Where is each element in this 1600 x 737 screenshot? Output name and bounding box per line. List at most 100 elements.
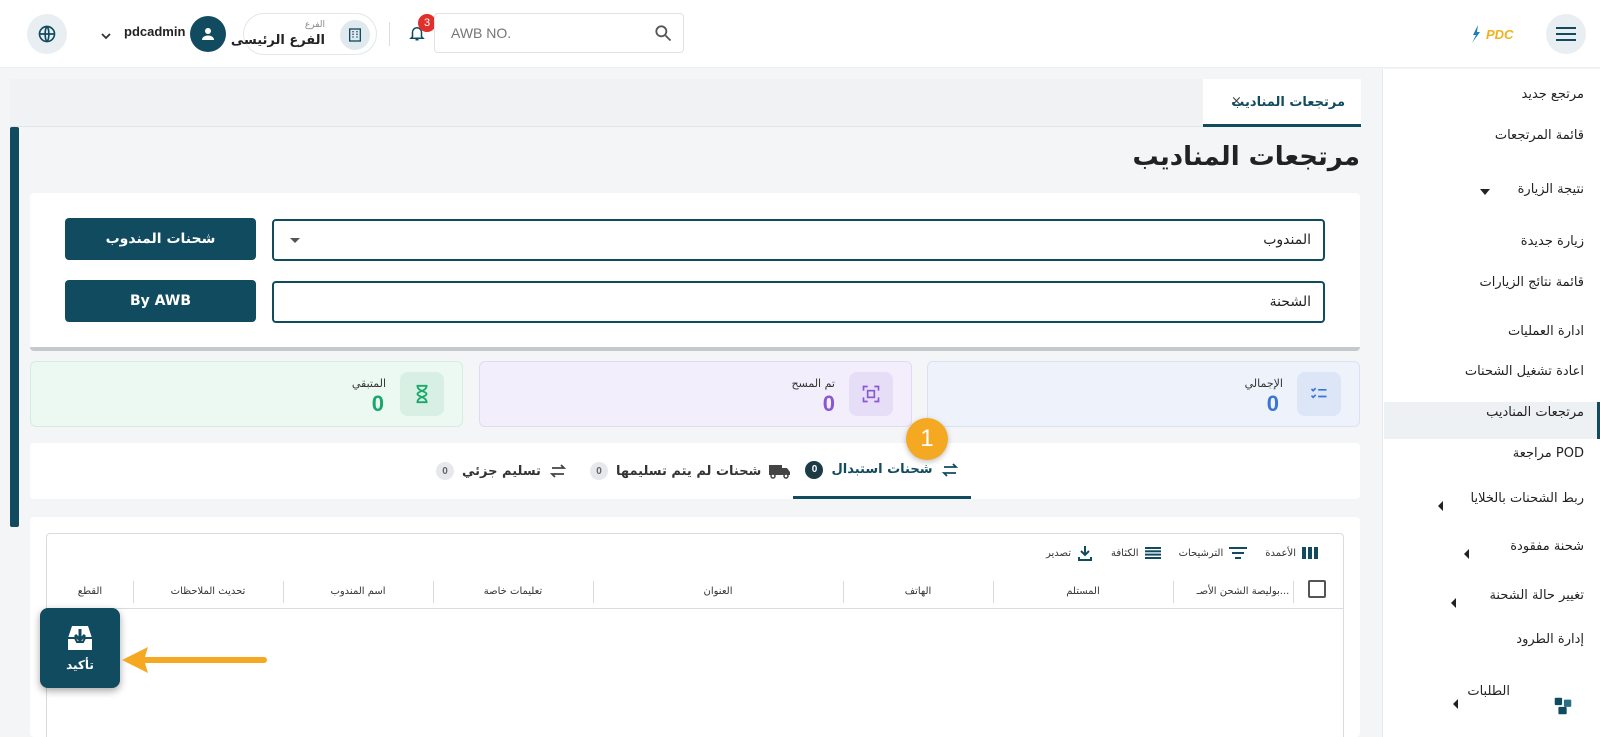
- notifications-button[interactable]: 3: [400, 14, 436, 50]
- sidebar-item-new-visit[interactable]: زيارة جديدة: [1521, 234, 1584, 249]
- caret-left-icon: [1464, 549, 1469, 559]
- column-header[interactable]: اسم المندوب: [283, 573, 433, 609]
- shipment-field-label: الشحنة: [1269, 294, 1311, 310]
- count-badge: 0: [436, 462, 454, 480]
- sidebar-item-requests[interactable]: الطلبات: [1467, 684, 1510, 699]
- sidebar-item-rerun-shipments[interactable]: اعادة تشغيل الشحنات: [1465, 364, 1584, 379]
- arrow-pointer-icon: [122, 647, 267, 673]
- hourglass-icon: [400, 372, 444, 416]
- column-separator[interactable]: [593, 581, 594, 603]
- column-header[interactable]: القطع: [47, 573, 133, 609]
- divider: [389, 22, 390, 46]
- logo-text: PDC: [1486, 26, 1514, 42]
- building-icon: [340, 20, 370, 50]
- columns-icon: [1301, 547, 1318, 559]
- awb-search[interactable]: [434, 13, 684, 53]
- courier-select[interactable]: المندوب: [272, 219, 1325, 261]
- column-header[interactable]: المستلم: [993, 573, 1173, 609]
- scrollbar[interactable]: [10, 127, 19, 527]
- column-separator[interactable]: [1293, 581, 1294, 603]
- search-icon[interactable]: [653, 23, 673, 43]
- column-header[interactable]: الهاتف: [843, 573, 993, 609]
- checklist-icon: [1297, 372, 1341, 416]
- branch-selector[interactable]: الفرع الفرع الرئيسى: [231, 13, 377, 55]
- download-icon: [1078, 546, 1093, 561]
- column-header[interactable]: العنوان: [593, 573, 843, 609]
- export-button[interactable]: تصدير: [1046, 545, 1093, 561]
- column-header[interactable]: تحديث الملاحظات: [133, 573, 283, 609]
- tab-bar: [10, 79, 1360, 127]
- tab-exchange-shipments[interactable]: 0 شحنات استبدال: [793, 443, 971, 499]
- caret-left-icon: [1438, 501, 1443, 511]
- confirm-button[interactable]: تأكيد: [40, 608, 120, 688]
- grid-toolbar: الأعمدة الترشيحات الكثافة تصدير: [1046, 545, 1318, 561]
- density-icon: [1144, 547, 1161, 559]
- menu-button[interactable]: [1546, 14, 1586, 54]
- tab-partial-delivery[interactable]: 0 تسليم جزئي: [436, 443, 567, 499]
- stat-scanned: تم المسح 0: [479, 361, 912, 427]
- search-input[interactable]: [435, 14, 635, 52]
- caret-left-icon: [1453, 699, 1458, 709]
- courier-shipments-button[interactable]: شحنات المندوب: [65, 218, 256, 260]
- tab-label: تسليم جزئي: [462, 463, 541, 479]
- avatar[interactable]: [190, 16, 226, 52]
- tab-courier-returns[interactable]: × مرتجعات المناديب: [1203, 79, 1361, 127]
- caret-left-icon: [1451, 598, 1456, 608]
- stat-remaining: المتبقي 0: [30, 361, 463, 427]
- column-separator[interactable]: [283, 581, 284, 603]
- truck-icon: [769, 465, 791, 479]
- sidebar-item-visit-result[interactable]: نتيجة الزيارة: [1518, 182, 1584, 197]
- username[interactable]: pdcadmin: [124, 24, 185, 39]
- column-separator[interactable]: [1173, 581, 1174, 603]
- stat-total: الإجمالي 0: [927, 361, 1360, 427]
- column-separator[interactable]: [133, 581, 134, 603]
- caret-down-icon: [1480, 189, 1490, 195]
- column-separator[interactable]: [843, 581, 844, 603]
- tab-label: شحنات لم يتم تسليمها: [616, 463, 762, 479]
- by-awb-button[interactable]: By AWB: [65, 280, 256, 322]
- chevron-down-icon[interactable]: [100, 27, 112, 46]
- sidebar-item-operations[interactable]: ادارة العمليات: [1508, 324, 1584, 339]
- sidebar-item-lost-shipment[interactable]: شحنة مفقودة: [1510, 539, 1584, 554]
- language-button[interactable]: [27, 14, 67, 54]
- data-grid: [46, 533, 1344, 737]
- density-button[interactable]: الكثافة: [1111, 545, 1161, 561]
- branch-label: الفرع: [304, 20, 325, 30]
- sidebar-item-link-cells[interactable]: ربط الشحنات بالخلايا: [1471, 491, 1584, 506]
- logo: PDC: [1470, 22, 1530, 46]
- columns-button[interactable]: الأعمدة: [1265, 545, 1318, 561]
- stat-remaining-value: 0: [371, 391, 384, 416]
- sidebar-item-parcels[interactable]: إدارة الطرود: [1516, 632, 1584, 647]
- top-bar: pdcadmin الفرع الفرع الرئيسى 3 PDC: [0, 0, 1600, 68]
- tab-undelivered-shipments[interactable]: 0 شحنات لم يتم تسليمها: [590, 443, 791, 499]
- filters-button[interactable]: الترشيحات: [1179, 545, 1248, 561]
- sidebar-item-courier-returns[interactable]: مرتجعات المناديب: [1486, 405, 1584, 420]
- tab-label: شحنات استبدال: [831, 462, 933, 477]
- page-title: مرتجعات المناديب: [1132, 142, 1361, 172]
- swap-icon: [941, 462, 958, 477]
- swap-icon: [549, 464, 567, 478]
- table-header: بوليصة الشحن الأصـ... المستلم الهاتف الع…: [47, 573, 1343, 609]
- inbox-download-icon: [68, 626, 92, 650]
- sidebar-item-change-status[interactable]: تغيير حالة الشحنة: [1489, 588, 1584, 603]
- sidebar-item-visit-results-list[interactable]: قائمة نتائج الزيارات: [1479, 275, 1584, 290]
- logo-mark-icon: [1472, 25, 1480, 43]
- column-header[interactable]: تعليمات خاصة: [433, 573, 593, 609]
- select-all-checkbox[interactable]: [1308, 580, 1326, 598]
- globe-icon: [38, 25, 56, 43]
- column-header[interactable]: بوليصة الشحن الأصـ...: [1163, 573, 1323, 609]
- column-separator[interactable]: [993, 581, 994, 603]
- stat-remaining-label: المتبقي: [351, 377, 386, 390]
- shipment-field[interactable]: الشحنة: [272, 281, 1325, 323]
- export-label: تصدير: [1046, 547, 1072, 559]
- courier-select-label: المندوب: [1263, 232, 1311, 248]
- sidebar-item-returns-list[interactable]: قائمة المرتجعات: [1495, 128, 1584, 143]
- count-badge: 0: [590, 462, 608, 480]
- sidebar-item-new-return[interactable]: مرتجع جديد: [1522, 87, 1585, 102]
- sidebar-item-pod-review[interactable]: مراجعة POD: [1513, 446, 1584, 461]
- column-separator[interactable]: [433, 581, 434, 603]
- branch-name: الفرع الرئيسى: [230, 33, 325, 48]
- filters-label: الترشيحات: [1178, 547, 1224, 559]
- columns-label: الأعمدة: [1265, 547, 1296, 559]
- stat-total-label: الإجمالي: [1244, 377, 1283, 390]
